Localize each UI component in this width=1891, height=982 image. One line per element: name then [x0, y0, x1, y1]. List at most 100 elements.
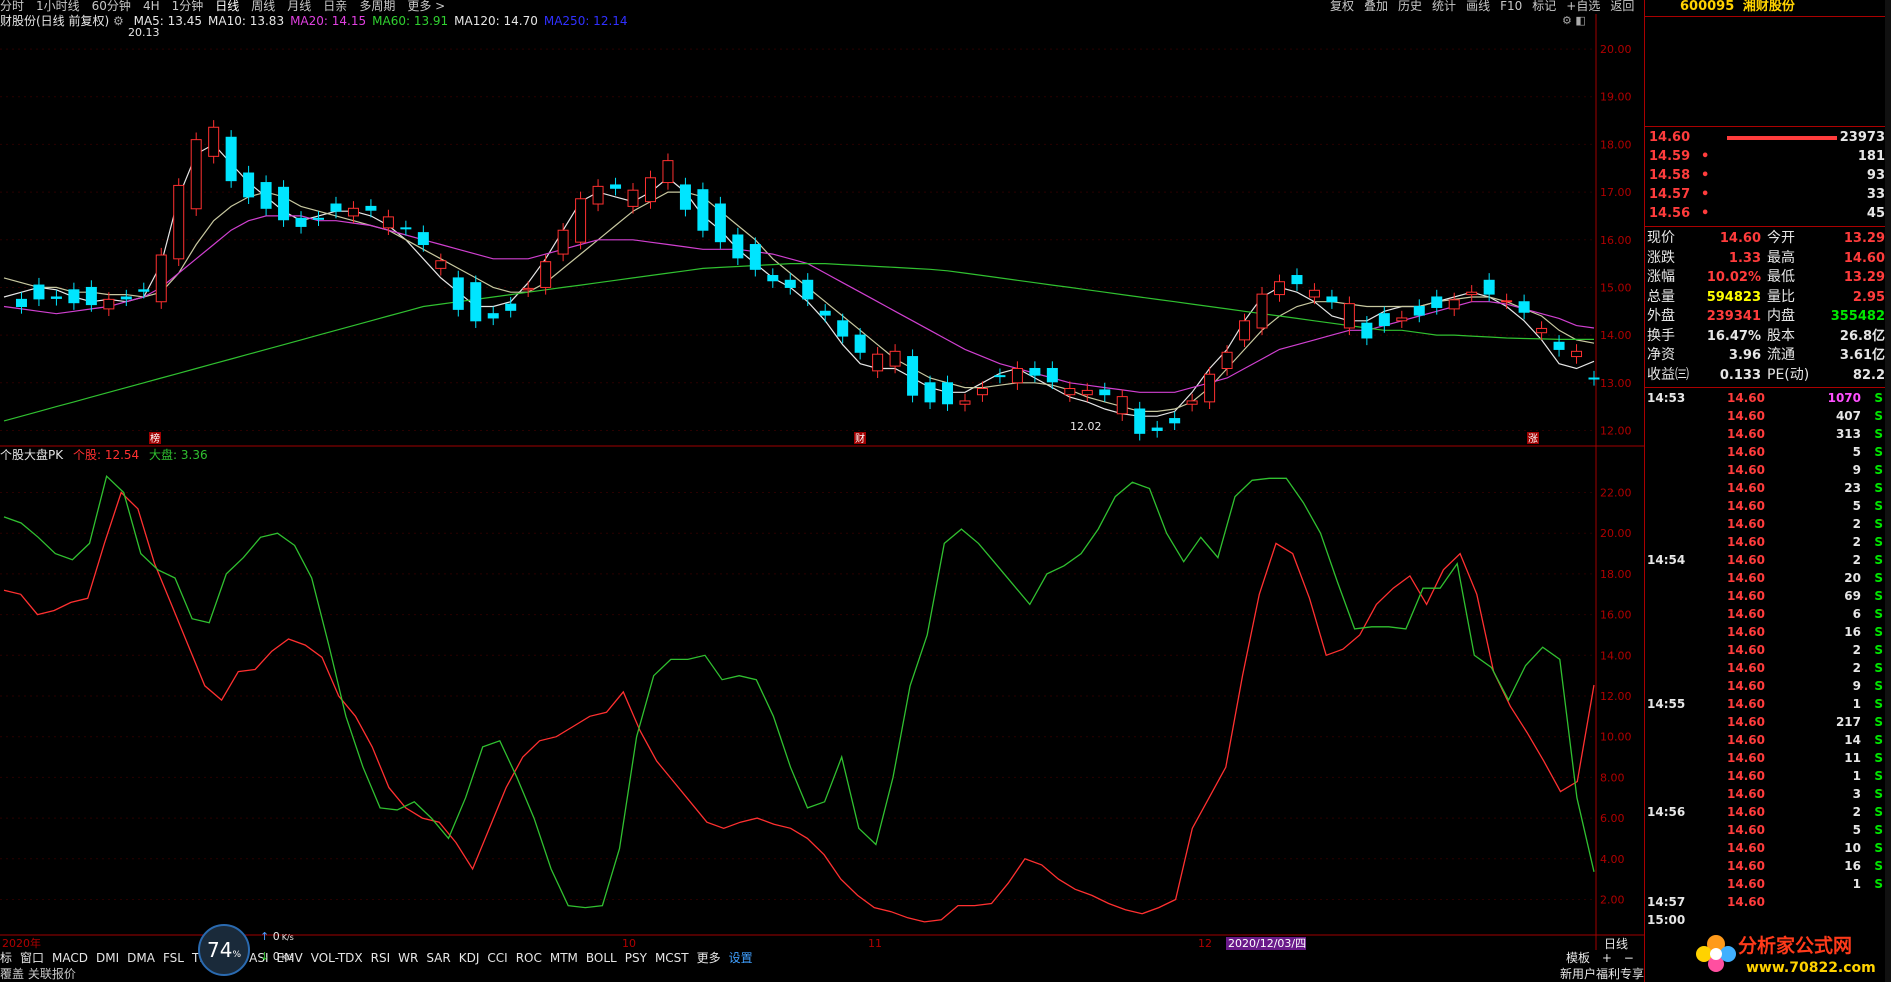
tick-side: S [1874, 589, 1883, 603]
menu-item[interactable]: 统计 [1432, 0, 1456, 13]
add-pane-button[interactable]: + [1602, 951, 1612, 965]
indicator-tab[interactable]: KDJ [459, 951, 480, 965]
tab-period[interactable]: 多周期 [359, 0, 395, 13]
menu-item[interactable]: 历史 [1398, 0, 1422, 13]
candle [697, 182, 709, 238]
menu-item[interactable]: 复权 [1330, 0, 1354, 13]
tick-side: S [1874, 715, 1883, 729]
indicator-tab[interactable]: MACD [52, 951, 88, 965]
quote-value: 16.47% [1706, 328, 1761, 344]
tab-period[interactable]: 4H [143, 0, 160, 13]
indicator-tab[interactable]: BOLL [586, 951, 617, 965]
status-left[interactable]: 覆盖 关联报价 [0, 967, 76, 981]
indicator-tab[interactable]: 窗口 [20, 951, 44, 965]
tick-side: S [1874, 499, 1883, 513]
indicator-tab[interactable]: ROC [516, 951, 542, 965]
tab-period[interactable]: 月线 [287, 0, 311, 13]
menu-item[interactable]: 返回 [1610, 0, 1634, 13]
bid-volume: 45 [1866, 206, 1885, 221]
indicator-tab[interactable]: 设置 [729, 951, 753, 965]
tick-price: 14.60 [1727, 643, 1765, 657]
quote-label: 外盘 [1647, 308, 1675, 324]
candle [190, 132, 202, 216]
order-book-row[interactable]: 14.59 • 181 [1649, 147, 1885, 166]
indicator-tab[interactable]: MTM [550, 951, 578, 965]
tick-row: 14.60 11 S [1649, 749, 1885, 767]
order-book-row[interactable]: 14.56 • 45 [1649, 204, 1885, 223]
tick-volume: 6 [1852, 607, 1861, 621]
order-book-row[interactable]: 14.57 • 33 [1649, 185, 1885, 204]
menu-item[interactable]: 画线 [1466, 0, 1490, 13]
menu-item[interactable]: +自选 [1566, 0, 1600, 13]
quote-label: 股本 [1767, 327, 1795, 344]
pane-window-icons[interactable]: ⚙ ◧ [1562, 14, 1586, 27]
template-button[interactable]: 模板 [1566, 951, 1590, 965]
pk-tick-label: 10.00 [1600, 731, 1632, 744]
event-marker[interactable]: 榜 [150, 432, 160, 445]
bid-volume: 23973 [1839, 130, 1885, 145]
tick-row: 14.60 16 S [1649, 623, 1885, 641]
status-right[interactable]: 新用户福利专享 [1560, 967, 1644, 981]
tick-row: 14.60 2 S [1649, 533, 1885, 551]
event-marker[interactable]: 涨 [1528, 433, 1538, 445]
tick-price: 14.60 [1727, 499, 1765, 513]
maximize-icon[interactable]: ◧ [1575, 14, 1585, 27]
tab-period[interactable]: 日线 [215, 0, 239, 13]
indicator-tab[interactable]: 标 [0, 951, 12, 965]
indicator-tab[interactable]: DMI [96, 951, 119, 965]
order-book-row[interactable]: 14.60 23973 [1649, 128, 1885, 147]
tab-period[interactable]: 1分钟 [172, 0, 204, 13]
pk-tick-label: 18.00 [1600, 568, 1632, 581]
tab-period[interactable]: 分时 [0, 0, 24, 13]
settings-icon[interactable]: ⚙ [1562, 14, 1572, 27]
indicator-tab[interactable]: VOL-TDX [311, 951, 363, 965]
download-speed: ↓ 0 K/s [260, 950, 294, 963]
remove-pane-button[interactable]: − [1624, 951, 1634, 965]
chart-menu[interactable]: 复权 叠加 历史 统计 画线 F10 标记 +自选 返回 [1330, 0, 1640, 14]
indicator-tab[interactable]: WR [398, 951, 418, 965]
order-book-row[interactable]: 14.58 • 93 [1649, 166, 1885, 185]
indicator-tab[interactable]: SAR [426, 951, 450, 965]
dot-marker: • [1701, 187, 1710, 202]
indicator-tab[interactable]: RSI [371, 951, 391, 965]
menu-item[interactable]: 叠加 [1364, 0, 1388, 13]
candle [155, 247, 167, 309]
tick-row: 14.60 69 S [1649, 587, 1885, 605]
indicator-tab[interactable]: 更多 [697, 951, 721, 965]
tick-price: 14.60 [1727, 391, 1765, 405]
indicator-tab[interactable]: PSY [625, 951, 647, 965]
tick-side: S [1874, 517, 1883, 531]
price-tick-label: 19.00 [1600, 91, 1632, 104]
tab-period[interactable]: 更多 > [407, 0, 445, 13]
menu-item[interactable]: 标记 [1532, 0, 1556, 13]
tab-period[interactable]: 周线 [251, 0, 275, 13]
tick-time: 14:54 [1647, 553, 1686, 567]
settings-gear-icon[interactable]: ⚙ [113, 14, 124, 28]
ma-legend-item: MA250: 12.14 [543, 14, 628, 28]
tab-period[interactable]: 60分钟 [92, 0, 131, 13]
tick-volume: 2 [1852, 535, 1861, 549]
chart-area[interactable]: 20.00 19.00 18.00 17.00 16.00 15.00 14.00 13.00… [0, 0, 1644, 950]
tick-side: S [1874, 391, 1883, 405]
event-marker[interactable]: 财 [855, 432, 865, 445]
tick-side: S [1874, 733, 1883, 747]
x-axis-label: 2020年 [2, 936, 41, 950]
tick-time: 14:55 [1647, 697, 1686, 711]
indicator-tab[interactable]: MCST [655, 951, 689, 965]
pk-tick-label: 12.00 [1600, 690, 1632, 703]
period-tabs[interactable]: 分时 1小时线 60分钟 4H 1分钟 日线 周线 月线 日亲 多周期 更多 > [0, 0, 1330, 14]
panel-side-tabs[interactable] [1885, 0, 1891, 982]
indicator-tab[interactable]: DMA [127, 951, 155, 965]
quote-label: 涨跌 [1647, 249, 1675, 266]
menu-item[interactable]: F10 [1500, 0, 1522, 13]
bid-volume: 181 [1857, 149, 1885, 164]
quote-value: 355482 [1830, 309, 1885, 324]
indicator-tab[interactable]: FSL [163, 951, 184, 965]
tick-price: 14.60 [1727, 697, 1765, 711]
quote-value: 3.96 [1728, 348, 1761, 363]
tab-period[interactable]: 1小时线 [36, 0, 80, 13]
tab-period[interactable]: 日亲 [323, 0, 347, 13]
indicator-tab[interactable]: CCI [487, 951, 507, 965]
quote-label: 总量 [1647, 288, 1675, 305]
quote-value: 1.33 [1728, 250, 1761, 266]
